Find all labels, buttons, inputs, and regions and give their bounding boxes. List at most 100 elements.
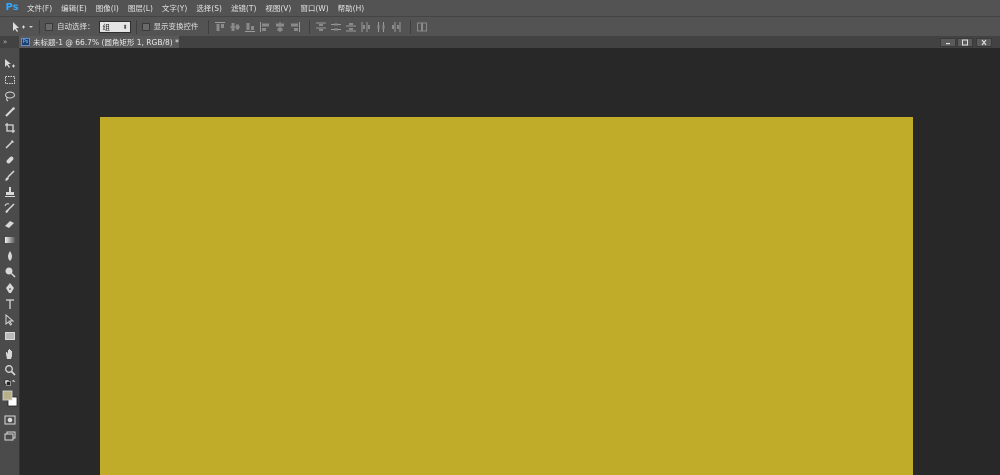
move-tool[interactable] <box>4 58 16 70</box>
zoom-tool-icon <box>5 365 16 376</box>
options-bar: 自动选择： 组 ⬍ 显示变换控件 <box>0 16 1000 36</box>
align-left-icon <box>259 21 269 32</box>
minimize-icon <box>946 43 950 45</box>
lasso-tool[interactable] <box>4 90 16 102</box>
document-tab[interactable]: Ps 未标题-1 @ 66.7% (圆角矩形 1, RGB/8) * <box>19 36 179 48</box>
distribute-left-icon <box>361 21 370 32</box>
blur-tool[interactable] <box>4 250 16 262</box>
align-right-edges-button[interactable] <box>289 21 301 33</box>
distribute-top-button[interactable] <box>315 21 327 33</box>
show-transform-label: 显示变换控件 <box>153 22 199 31</box>
distribute-hcenter-button[interactable] <box>375 21 387 33</box>
default-colors-button[interactable] <box>4 379 16 387</box>
menu-type[interactable]: 文字(Y) <box>162 3 187 14</box>
gradient-tool-icon <box>5 237 15 243</box>
path-select-tool[interactable] <box>4 314 16 326</box>
distribute-vcenter-button[interactable] <box>330 21 342 33</box>
menu-help[interactable]: 帮助(H) <box>338 3 365 14</box>
crop-tool[interactable] <box>4 122 16 134</box>
tool-preset-picker[interactable] <box>10 20 34 34</box>
document-canvas[interactable] <box>100 117 913 475</box>
clone-stamp-tool[interactable] <box>4 186 16 198</box>
healing-brush-tool[interactable] <box>4 154 16 166</box>
eraser-tool[interactable] <box>4 218 16 230</box>
distribute-left-button[interactable] <box>360 21 372 33</box>
distribute-bottom-icon <box>345 22 356 31</box>
restore-button[interactable] <box>957 38 973 47</box>
rectangle-tool[interactable] <box>4 330 16 342</box>
auto-select-value: 组 <box>102 22 111 32</box>
eraser-tool-icon <box>5 221 14 228</box>
history-brush-tool[interactable] <box>4 202 16 214</box>
tools-panel <box>0 48 20 475</box>
color-swatches[interactable] <box>2 390 18 408</box>
move-tool-icon <box>5 59 15 68</box>
move-tool-icon <box>13 21 33 32</box>
brush-tool-icon <box>5 170 15 181</box>
align-horizontal-centers-button[interactable] <box>274 21 286 33</box>
menu-window[interactable]: 窗口(W) <box>300 3 328 14</box>
show-transform-checkbox[interactable] <box>141 22 150 31</box>
blur-tool-icon <box>8 251 12 261</box>
hand-tool[interactable] <box>4 348 16 360</box>
menu-layer[interactable]: 图层(L) <box>128 3 153 14</box>
brush-tool[interactable] <box>4 170 16 182</box>
gradient-tool[interactable] <box>4 234 16 246</box>
pen-tool[interactable] <box>4 282 16 294</box>
close-button[interactable] <box>976 38 992 47</box>
quick-mask-button[interactable] <box>4 414 16 426</box>
menu-filter[interactable]: 滤镜(T) <box>231 3 256 14</box>
distribute-bottom-button[interactable] <box>345 21 357 33</box>
distribute-right-icon <box>391 21 400 32</box>
distribute-vcenter-icon <box>330 23 341 30</box>
screen-mode-icon <box>4 431 16 441</box>
clone-stamp-tool-icon <box>5 187 15 197</box>
align-right-icon <box>290 21 300 32</box>
auto-select-label: 自动选择： <box>57 22 95 31</box>
hand-tool-icon <box>6 349 12 359</box>
restore-icon <box>962 39 968 46</box>
options-separator <box>409 19 411 34</box>
collapse-panels-icon[interactable]: » <box>3 36 7 48</box>
menu-edit[interactable]: 编辑(E) <box>61 3 87 14</box>
options-separator <box>308 19 310 34</box>
crop-tool-icon <box>5 123 15 133</box>
app-logo: Ps <box>5 2 19 13</box>
options-separator <box>207 19 209 34</box>
align-vertical-centers-button[interactable] <box>229 21 241 33</box>
align-top-icon <box>214 21 225 31</box>
distribute-right-button[interactable] <box>390 21 402 33</box>
rectangle-tool-icon <box>5 332 15 340</box>
marquee-tool-icon <box>5 76 15 84</box>
auto-align-layers-button[interactable] <box>416 21 428 33</box>
auto-select-checkbox[interactable] <box>45 22 53 31</box>
history-brush-tool-icon <box>4 203 15 214</box>
document-title: 未标题-1 @ 66.7% (圆角矩形 1, RGB/8) * <box>33 37 179 47</box>
lasso-tool-icon <box>5 91 15 102</box>
quick-select-tool[interactable] <box>4 106 16 118</box>
auto-select-dropdown[interactable]: 组 ⬍ <box>98 20 131 33</box>
options-separator <box>135 19 137 34</box>
swap-colors-icon <box>4 379 16 386</box>
document-workspace <box>21 48 1000 475</box>
quick-mask-icon <box>4 415 16 425</box>
align-left-edges-button[interactable] <box>259 21 271 33</box>
minimize-button[interactable] <box>940 38 956 47</box>
menu-select[interactable]: 选择(S) <box>196 3 222 14</box>
pen-tool-icon <box>6 283 14 293</box>
path-select-tool-icon <box>5 314 15 326</box>
distribute-top-icon <box>315 22 326 31</box>
align-top-edges-button[interactable] <box>214 21 226 33</box>
align-bottom-edges-button[interactable] <box>244 21 256 33</box>
dropdown-arrow-icon: ⬍ <box>122 23 128 31</box>
menu-file[interactable]: 文件(F) <box>27 3 52 14</box>
align-hcenter-icon <box>275 21 284 32</box>
eyedropper-tool[interactable] <box>4 138 16 150</box>
menu-view[interactable]: 视图(V) <box>265 3 291 14</box>
menu-image[interactable]: 图像(I) <box>96 3 119 14</box>
zoom-tool[interactable] <box>4 364 16 376</box>
dodge-tool[interactable] <box>4 266 16 278</box>
type-tool[interactable] <box>4 298 16 310</box>
screen-mode-button[interactable] <box>4 430 16 442</box>
marquee-tool[interactable] <box>4 74 16 86</box>
